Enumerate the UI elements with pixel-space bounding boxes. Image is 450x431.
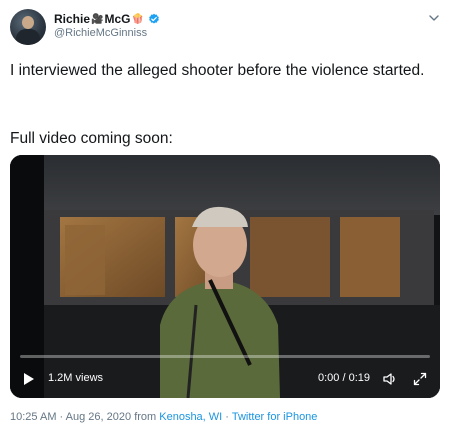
tweet-time[interactable]: 10:25 AM [10,411,56,423]
video-frame [10,155,440,398]
avatar[interactable] [10,9,46,45]
video-progress-bar[interactable] [20,355,430,358]
display-name-suffix[interactable]: McG [104,12,130,26]
tweet-text-secondary: Full video coming soon: [10,130,173,147]
author-name-row[interactable]: Richie 🎥 McG 🍿 [54,11,160,27]
fullscreen-icon[interactable] [412,371,428,387]
volume-icon[interactable] [382,371,398,387]
location-link[interactable]: Kenosha, WI [159,411,222,423]
camera-emoji: 🎥 [91,13,104,25]
play-icon[interactable] [24,373,34,385]
verified-badge-icon [149,13,159,24]
chevron-down-icon[interactable] [428,12,440,24]
tweet: Richie 🎥 McG 🍿 @RichieMcGinniss I interv… [0,0,450,431]
tweet-metadata: 10:25 AM · Aug 26, 2020 from Kenosha, WI… [10,411,317,423]
tweet-text: I interviewed the alleged shooter before… [10,62,425,79]
popcorn-emoji: 🍿 [131,13,144,25]
tweet-date[interactable]: Aug 26, 2020 [66,411,131,423]
display-name[interactable]: Richie [54,12,90,26]
avatar-body [16,29,40,45]
source-link[interactable]: Twitter for iPhone [232,411,318,423]
video-player[interactable]: 1.2M views 0:00 / 0:19 [10,155,440,398]
meta-separator-2: · [225,411,229,423]
video-time: 0:00 / 0:19 [318,372,370,384]
view-count: 1.2M views [48,372,104,384]
meta-separator: · [59,411,64,423]
author-handle[interactable]: @RichieMcGinniss [54,27,147,39]
avatar-head [22,16,34,29]
from-label: from [134,411,157,423]
